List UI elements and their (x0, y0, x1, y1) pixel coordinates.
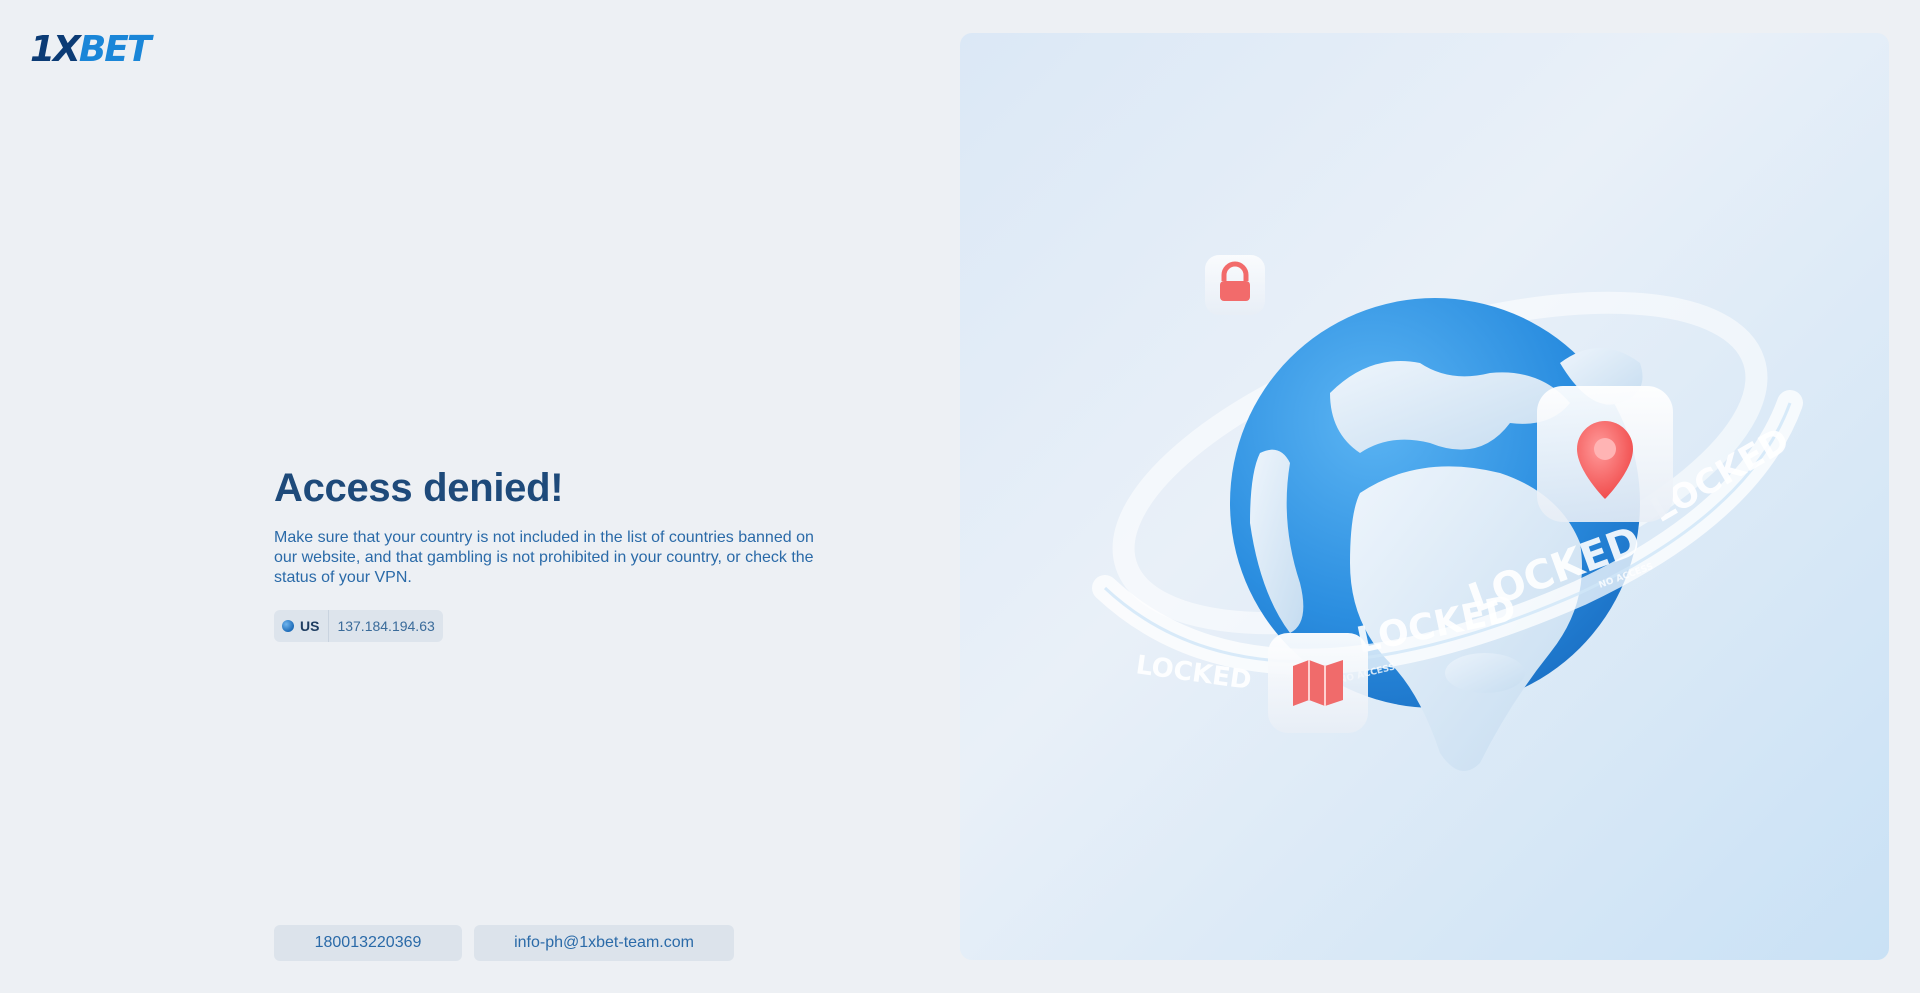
page-title: Access denied! (274, 466, 564, 510)
map-icon (1268, 633, 1368, 733)
ip-address: 137.184.194.63 (337, 618, 435, 634)
lock-icon (1205, 255, 1265, 315)
country-code: US (300, 618, 320, 634)
email-contact-button[interactable]: info-ph@1xbet-team.com (474, 925, 734, 961)
logo-text-part2: BET (78, 29, 152, 70)
brand-logo[interactable]: 1XBET (30, 29, 152, 70)
location-pin-icon (1537, 386, 1673, 522)
logo-text-part1: 1X (30, 29, 81, 70)
access-denied-content: Access denied! Make sure that your count… (274, 458, 834, 642)
illustration-panel: LOCKED LOCKED LOCKED LOCKED NO ACCESS NO… (960, 33, 1889, 960)
globe-icon (282, 620, 294, 632)
phone-contact-button[interactable]: 180013220369 (274, 925, 462, 961)
geo-info-badge: US 137.184.194.63 (274, 610, 443, 642)
page-description: Make sure that your country is not inclu… (274, 529, 814, 586)
country-badge: US (274, 610, 328, 642)
globe-illustration: LOCKED LOCKED LOCKED LOCKED NO ACCESS NO… (1092, 255, 1803, 771)
